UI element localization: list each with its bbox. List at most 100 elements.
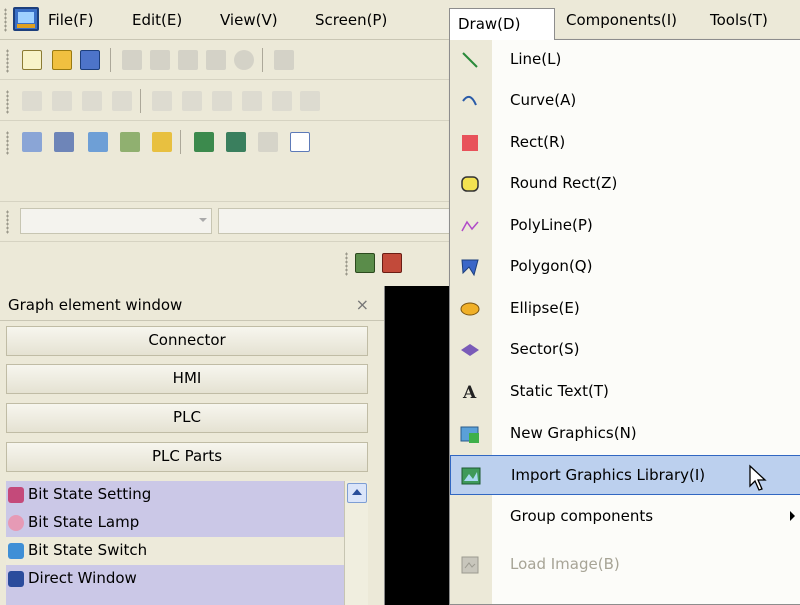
menu-file[interactable]: File(F) [48, 10, 93, 32]
close-icon[interactable]: × [356, 295, 369, 314]
plc-parts-button[interactable]: PLC Parts [6, 442, 368, 472]
menubar-grip[interactable] [4, 8, 7, 32]
toolbar-separator [110, 48, 111, 72]
toolbar-grip[interactable] [345, 252, 348, 276]
toolbar-separator [140, 89, 141, 113]
list-item[interactable]: Direct Window [6, 565, 344, 593]
sound-icon[interactable] [258, 132, 278, 152]
copy-icon[interactable] [150, 50, 170, 70]
cut-icon[interactable] [122, 50, 142, 70]
menu-item-ellipse[interactable]: Ellipse(E) [450, 289, 800, 329]
toolbar-separator [180, 130, 181, 154]
input-component-icon[interactable] [120, 132, 140, 152]
round-rect-icon [461, 176, 479, 192]
list-scrollbar[interactable] [344, 481, 368, 605]
scroll-up-icon[interactable] [347, 483, 367, 503]
toolbar-grip[interactable] [6, 49, 9, 73]
list-item[interactable]: Bit State Setting [6, 481, 344, 509]
connector-button[interactable]: Connector [6, 326, 368, 356]
import-graphics-icon [461, 467, 481, 485]
menu-item-line[interactable]: Line(L) [450, 40, 800, 80]
lock-component-icon[interactable] [152, 132, 172, 152]
menu-item-polygon[interactable]: Polygon(Q) [450, 247, 800, 287]
menu-item-load-image: Load Image(B) [450, 545, 800, 585]
menu-bar: File(F) Edit(E) View(V) Screen(P) Draw(D… [0, 0, 800, 40]
distribute-h-icon[interactable] [152, 91, 172, 111]
toolbar-grip[interactable] [6, 131, 9, 155]
list-item[interactable]: Bit State Lamp [6, 509, 344, 537]
center-h-icon[interactable] [212, 91, 232, 111]
draw-menu: Line(L) Curve(A) Rect(R) Round Rect(Z) P… [449, 39, 800, 605]
chevron-down-icon[interactable] [199, 218, 207, 222]
rect-icon [462, 135, 478, 151]
undo-icon[interactable] [274, 50, 294, 70]
plc-button[interactable]: PLC [6, 403, 368, 433]
toolbar-grip[interactable] [6, 90, 9, 114]
menu-screen[interactable]: Screen(P) [315, 10, 387, 32]
polygon-icon [461, 259, 479, 277]
menu-item-round-rect[interactable]: Round Rect(Z) [450, 164, 800, 204]
menu-draw[interactable]: Draw(D) [449, 8, 555, 40]
menu-item-static-text[interactable]: A Static Text(T) [450, 372, 800, 412]
menu-view[interactable]: View(V) [220, 10, 278, 32]
menu-item-new-graphics[interactable]: New Graphics(N) [450, 414, 800, 454]
add-screen-icon[interactable] [355, 253, 375, 273]
delete-screen-icon[interactable] [382, 253, 402, 273]
ascii-component-icon[interactable] [88, 132, 108, 152]
new-file-icon[interactable] [22, 50, 42, 70]
new-graphics-icon [460, 426, 479, 443]
line-icon [462, 52, 478, 68]
bit-state-switch-icon [8, 543, 24, 559]
polyline-icon [461, 220, 479, 232]
add-graphics-icon[interactable] [194, 132, 214, 152]
align-right-icon[interactable] [52, 91, 72, 111]
mouse-cursor-icon [749, 464, 767, 491]
panel-title: Graph element window [0, 291, 384, 321]
save-icon[interactable] [80, 50, 100, 70]
direct-window-icon [8, 571, 24, 587]
delete-icon[interactable] [234, 50, 254, 70]
menu-item-polyline[interactable]: PolyLine(P) [450, 206, 800, 246]
ellipse-icon [460, 302, 480, 316]
toolbar-separator [262, 48, 263, 72]
list-item[interactable]: Bit State Switch [6, 537, 344, 565]
hmi-button[interactable]: HMI [6, 364, 368, 394]
font-select[interactable] [20, 208, 212, 234]
macro-icon[interactable] [290, 132, 310, 152]
menu-item-import-graphics-library[interactable]: Import Graphics Library(I) [450, 455, 800, 495]
toolbar-grip[interactable] [6, 210, 9, 234]
menu-item-rect[interactable]: Rect(R) [450, 123, 800, 163]
same-height-icon[interactable] [300, 91, 320, 111]
grid-component-icon[interactable] [54, 132, 74, 152]
menu-item-curve[interactable]: Curve(A) [450, 81, 800, 121]
graphics-library-icon[interactable] [226, 132, 246, 152]
text-component-icon[interactable] [22, 132, 42, 152]
align-bottom-icon[interactable] [112, 91, 132, 111]
bit-state-lamp-icon [8, 515, 24, 531]
graph-element-window: Graph element window × Connector HMI PLC… [0, 291, 384, 605]
load-image-icon [461, 556, 479, 574]
screen-canvas[interactable] [384, 286, 454, 605]
app-icon[interactable] [13, 7, 39, 31]
align-top-icon[interactable] [82, 91, 102, 111]
menu-components[interactable]: Components(I) [566, 10, 677, 32]
svg-text:A: A [462, 383, 477, 402]
submenu-arrow-icon [790, 511, 795, 521]
font-size-select[interactable] [218, 208, 458, 234]
paste-icon[interactable] [178, 50, 198, 70]
curve-icon [462, 95, 477, 106]
paste-special-icon[interactable] [206, 50, 226, 70]
open-folder-icon[interactable] [52, 50, 72, 70]
bit-state-setting-icon [8, 487, 24, 503]
menu-edit[interactable]: Edit(E) [132, 10, 182, 32]
distribute-v-icon[interactable] [182, 91, 202, 111]
menu-item-group-components[interactable]: Group components [450, 497, 800, 537]
menu-tools[interactable]: Tools(T) [710, 10, 768, 32]
menu-item-sector[interactable]: Sector(S) [450, 330, 800, 370]
align-left-icon[interactable] [22, 91, 42, 111]
component-list: Bit State Setting Bit State Lamp Bit Sta… [6, 481, 368, 605]
static-text-icon: A [462, 383, 477, 402]
center-v-icon[interactable] [242, 91, 262, 111]
same-width-icon[interactable] [272, 91, 292, 111]
sector-icon [461, 344, 479, 356]
